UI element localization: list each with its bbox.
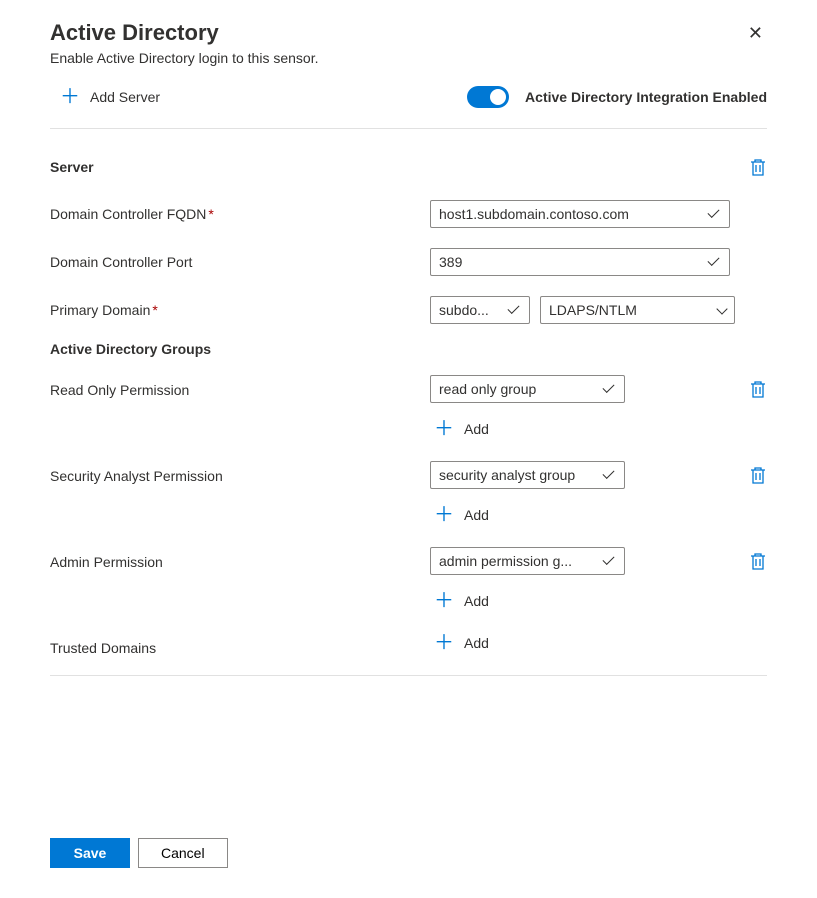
read-only-label: Read Only Permission (50, 375, 430, 398)
add-label: Add (464, 593, 489, 609)
check-icon (602, 553, 616, 569)
auth-method-select[interactable]: LDAPS/NTLM (540, 296, 735, 324)
security-analyst-group-input[interactable]: security analyst group (430, 461, 625, 489)
required-asterisk: * (208, 206, 213, 222)
read-only-group-value: read only group (439, 381, 596, 397)
delete-server-button[interactable] (749, 157, 767, 177)
integration-toggle-label: Active Directory Integration Enabled (525, 89, 767, 105)
page-subtitle: Enable Active Directory login to this se… (50, 50, 318, 66)
delete-security-analyst-group-button[interactable] (749, 465, 767, 485)
divider (50, 675, 767, 676)
check-icon (602, 467, 616, 483)
port-value: 389 (439, 254, 701, 270)
delete-admin-group-button[interactable] (749, 551, 767, 571)
check-icon (507, 302, 521, 318)
admin-group-value: admin permission g... (439, 553, 596, 569)
add-trusted-domain-button[interactable]: ＋ Add (430, 633, 767, 653)
add-label: Add (464, 421, 489, 437)
cancel-button[interactable]: Cancel (138, 838, 228, 868)
plus-icon: ＋ (434, 591, 454, 611)
plus-icon: ＋ (434, 505, 454, 525)
check-icon (707, 254, 721, 270)
port-label: Domain Controller Port (50, 254, 430, 270)
plus-icon: ＋ (434, 633, 454, 653)
check-icon (602, 381, 616, 397)
server-section-title: Server (50, 159, 94, 175)
security-analyst-group-value: security analyst group (439, 467, 596, 483)
fqdn-input[interactable]: host1.subdomain.contoso.com (430, 200, 730, 228)
port-input[interactable]: 389 (430, 248, 730, 276)
add-server-button[interactable]: ＋ Add Server (50, 87, 160, 107)
primary-domain-value: subdo... (439, 302, 501, 318)
required-asterisk: * (152, 302, 157, 318)
check-icon (707, 206, 721, 222)
close-icon: ✕ (748, 23, 763, 43)
add-admin-group-button[interactable]: ＋ Add (430, 591, 767, 611)
fqdn-value: host1.subdomain.contoso.com (439, 206, 701, 222)
auth-method-value: LDAPS/NTLM (549, 302, 710, 318)
page-title: Active Directory (50, 20, 318, 46)
plus-icon: ＋ (434, 419, 454, 439)
trash-icon (749, 551, 767, 571)
trash-icon (749, 465, 767, 485)
security-analyst-label: Security Analyst Permission (50, 461, 430, 484)
fqdn-label: Domain Controller FQDN* (50, 206, 430, 222)
close-button[interactable]: ✕ (744, 20, 767, 46)
groups-heading: Active Directory Groups (50, 341, 767, 357)
integration-toggle[interactable] (467, 86, 509, 108)
divider (50, 128, 767, 129)
primary-domain-label: Primary Domain* (50, 302, 430, 318)
add-server-label: Add Server (90, 89, 160, 105)
admin-group-input[interactable]: admin permission g... (430, 547, 625, 575)
save-button[interactable]: Save (50, 838, 130, 868)
chevron-down-icon (716, 302, 726, 318)
add-label: Add (464, 635, 489, 651)
read-only-group-input[interactable]: read only group (430, 375, 625, 403)
add-label: Add (464, 507, 489, 523)
admin-label: Admin Permission (50, 547, 430, 570)
delete-read-only-group-button[interactable] (749, 379, 767, 399)
primary-domain-input[interactable]: subdo... (430, 296, 530, 324)
trash-icon (749, 157, 767, 177)
add-read-only-group-button[interactable]: ＋ Add (430, 419, 767, 439)
add-security-analyst-group-button[interactable]: ＋ Add (430, 505, 767, 525)
plus-icon: ＋ (60, 87, 80, 107)
trusted-domains-label: Trusted Domains (50, 633, 430, 656)
trash-icon (749, 379, 767, 399)
